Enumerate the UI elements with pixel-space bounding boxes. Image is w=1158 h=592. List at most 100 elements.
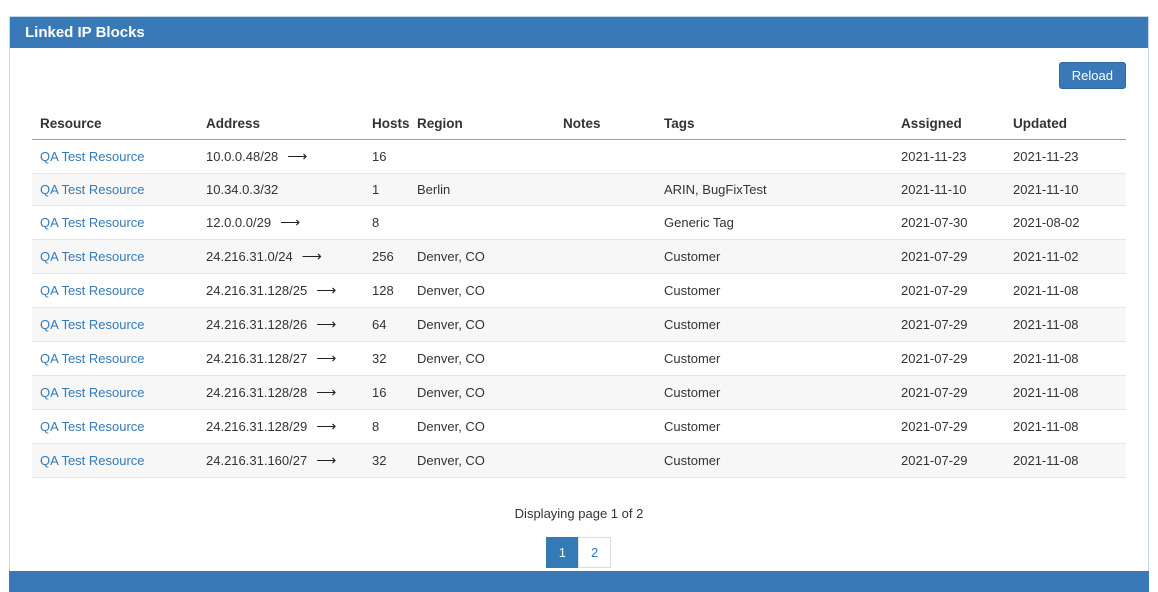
pagination: 12 bbox=[32, 537, 1126, 568]
region-value: Denver, CO bbox=[409, 308, 555, 342]
ip-blocks-table: Resource Address Hosts Region Notes Tags… bbox=[32, 108, 1126, 478]
address-value: 24.216.31.128/28 bbox=[206, 385, 307, 400]
drilldown-arrow-icon[interactable]: ⟶ bbox=[302, 248, 322, 264]
assigned-value: 2021-07-29 bbox=[893, 444, 1005, 478]
table-header-row: Resource Address Hosts Region Notes Tags… bbox=[32, 108, 1126, 140]
address-value: 12.0.0.0/29 bbox=[206, 215, 271, 230]
column-header-notes: Notes bbox=[555, 108, 656, 140]
page-button-1[interactable]: 1 bbox=[546, 537, 579, 568]
drilldown-arrow-icon[interactable]: ⟶ bbox=[316, 350, 336, 366]
tags-value bbox=[656, 140, 893, 174]
region-value: Denver, CO bbox=[409, 444, 555, 478]
hosts-value: 32 bbox=[364, 342, 409, 376]
next-section-header-bar bbox=[9, 571, 1149, 592]
panel-title: Linked IP Blocks bbox=[25, 24, 145, 41]
region-value: Berlin bbox=[409, 174, 555, 206]
resource-link[interactable]: QA Test Resource bbox=[40, 385, 145, 400]
resource-link[interactable]: QA Test Resource bbox=[40, 249, 145, 264]
table-row: QA Test Resource 12.0.0.0/29 ⟶ 8 Generic … bbox=[32, 206, 1126, 240]
column-header-hosts: Hosts bbox=[364, 108, 409, 140]
column-header-resource: Resource bbox=[32, 108, 198, 140]
table-row: QA Test Resource 24.216.31.128/26 ⟶ 64 De… bbox=[32, 308, 1126, 342]
updated-value: 2021-11-08 bbox=[1005, 274, 1126, 308]
drilldown-arrow-icon[interactable]: ⟶ bbox=[280, 214, 300, 230]
page: Linked IP Blocks Reload Resource Address… bbox=[0, 0, 1158, 592]
drilldown-arrow-icon[interactable]: ⟶ bbox=[287, 148, 307, 164]
notes-value bbox=[555, 174, 656, 206]
updated-value: 2021-11-02 bbox=[1005, 240, 1126, 274]
address-value: 24.216.31.128/27 bbox=[206, 351, 307, 366]
resource-link[interactable]: QA Test Resource bbox=[40, 182, 145, 197]
hosts-value: 128 bbox=[364, 274, 409, 308]
column-header-region: Region bbox=[409, 108, 555, 140]
updated-value: 2021-11-08 bbox=[1005, 376, 1126, 410]
region-value: Denver, CO bbox=[409, 376, 555, 410]
updated-value: 2021-11-08 bbox=[1005, 308, 1126, 342]
address-value: 24.216.31.160/27 bbox=[206, 453, 307, 468]
column-header-address: Address bbox=[198, 108, 364, 140]
address-value: 24.216.31.128/29 bbox=[206, 419, 307, 434]
tags-value: Customer bbox=[656, 342, 893, 376]
notes-value bbox=[555, 410, 656, 444]
updated-value: 2021-11-23 bbox=[1005, 140, 1126, 174]
assigned-value: 2021-07-29 bbox=[893, 274, 1005, 308]
updated-value: 2021-11-08 bbox=[1005, 410, 1126, 444]
address-value: 10.34.0.3/32 bbox=[206, 182, 278, 197]
page-status-text: Displaying page 1 of 2 bbox=[32, 506, 1126, 521]
tags-value: Generic Tag bbox=[656, 206, 893, 240]
hosts-value: 64 bbox=[364, 308, 409, 342]
address-value: 24.216.31.128/25 bbox=[206, 283, 307, 298]
resource-link[interactable]: QA Test Resource bbox=[40, 149, 145, 164]
page-button-2[interactable]: 2 bbox=[578, 537, 611, 568]
updated-value: 2021-11-08 bbox=[1005, 444, 1126, 478]
tags-value: Customer bbox=[656, 240, 893, 274]
notes-value bbox=[555, 240, 656, 274]
hosts-value: 1 bbox=[364, 174, 409, 206]
resource-link[interactable]: QA Test Resource bbox=[40, 215, 145, 230]
table-row: QA Test Resource 24.216.31.0/24⟶ 256 Den… bbox=[32, 240, 1126, 274]
reload-button[interactable]: Reload bbox=[1059, 62, 1126, 89]
resource-link[interactable]: QA Test Resource bbox=[40, 351, 145, 366]
hosts-value: 256 bbox=[364, 240, 409, 274]
drilldown-arrow-icon[interactable]: ⟶ bbox=[316, 452, 336, 468]
drilldown-arrow-icon[interactable]: ⟶ bbox=[316, 316, 336, 332]
drilldown-arrow-icon[interactable]: ⟶ bbox=[316, 282, 336, 298]
hosts-value: 8 bbox=[364, 206, 409, 240]
hosts-value: 16 bbox=[364, 376, 409, 410]
resource-link[interactable]: QA Test Resource bbox=[40, 419, 145, 434]
assigned-value: 2021-11-23 bbox=[893, 140, 1005, 174]
assigned-value: 2021-07-29 bbox=[893, 342, 1005, 376]
tags-value: ARIN, BugFixTest bbox=[656, 174, 893, 206]
region-value bbox=[409, 140, 555, 174]
notes-value bbox=[555, 308, 656, 342]
assigned-value: 2021-07-29 bbox=[893, 410, 1005, 444]
column-header-updated: Updated bbox=[1005, 108, 1126, 140]
tags-value: Customer bbox=[656, 308, 893, 342]
assigned-value: 2021-07-29 bbox=[893, 376, 1005, 410]
address-value: 24.216.31.128/26 bbox=[206, 317, 307, 332]
ip-table-body: QA Test Resource 10.0.0.48/28⟶ 16 2021-1… bbox=[32, 140, 1126, 478]
hosts-value: 32 bbox=[364, 444, 409, 478]
resource-link[interactable]: QA Test Resource bbox=[40, 283, 145, 298]
hosts-value: 16 bbox=[364, 140, 409, 174]
table-row: QA Test Resource 10.0.0.48/28⟶ 16 2021-1… bbox=[32, 140, 1126, 174]
drilldown-arrow-icon[interactable]: ⟶ bbox=[316, 384, 336, 400]
notes-value bbox=[555, 206, 656, 240]
table-row: QA Test Resource 24.216.31.160/27 ⟶ 32 De… bbox=[32, 444, 1126, 478]
notes-value bbox=[555, 376, 656, 410]
drilldown-arrow-icon[interactable]: ⟶ bbox=[316, 418, 336, 434]
panel-header: Linked IP Blocks bbox=[10, 17, 1148, 48]
toolbar: Reload bbox=[32, 62, 1126, 94]
updated-value: 2021-08-02 bbox=[1005, 206, 1126, 240]
assigned-value: 2021-07-30 bbox=[893, 206, 1005, 240]
region-value: Denver, CO bbox=[409, 342, 555, 376]
panel-body: Reload Resource Address Hosts Region Not… bbox=[10, 48, 1148, 571]
notes-value bbox=[555, 140, 656, 174]
region-value bbox=[409, 206, 555, 240]
resource-link[interactable]: QA Test Resource bbox=[40, 317, 145, 332]
notes-value bbox=[555, 342, 656, 376]
resource-link[interactable]: QA Test Resource bbox=[40, 453, 145, 468]
tags-value: Customer bbox=[656, 410, 893, 444]
tags-value: Customer bbox=[656, 274, 893, 308]
assigned-value: 2021-07-29 bbox=[893, 240, 1005, 274]
